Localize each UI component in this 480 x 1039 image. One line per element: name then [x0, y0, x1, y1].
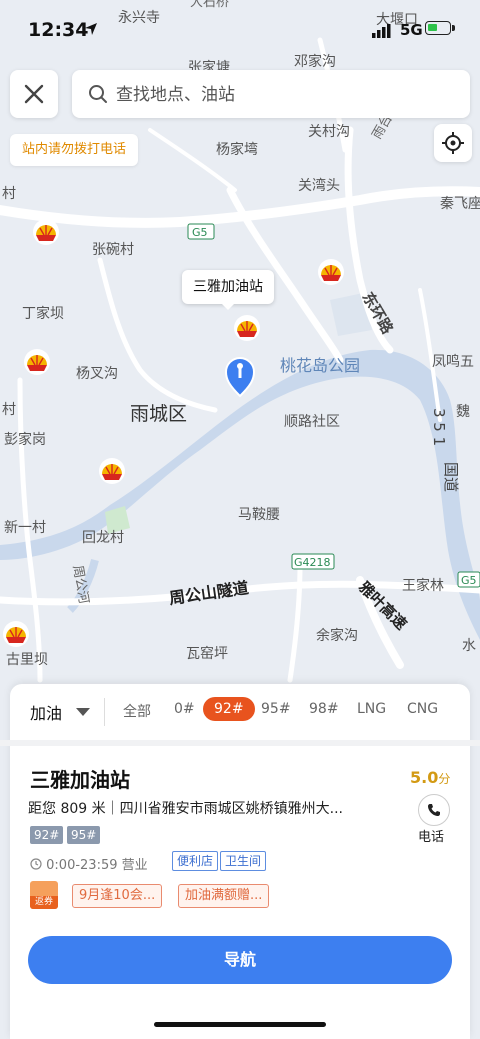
gas-station-marker-icon[interactable] — [318, 259, 344, 285]
service-tag: 卫生间 — [220, 851, 267, 871]
road-badge: G5 — [187, 223, 215, 240]
place-label: 水 — [462, 638, 476, 654]
place-label: 凤鸣五 — [432, 353, 474, 370]
place-label: 丁家坝 — [22, 305, 64, 322]
fuel-filter-bar: 加油 全部 0# 92# 95# 98# LNG CNG — [10, 684, 470, 740]
search-bar[interactable] — [72, 70, 470, 120]
place-label: 古里坝 — [6, 652, 48, 668]
close-icon — [24, 84, 44, 104]
coupon-icon: 返券 — [30, 881, 58, 909]
gas-station-marker-icon[interactable] — [234, 315, 260, 341]
notice-banner: 站内请勿拨打电话 — [10, 134, 139, 166]
locate-button[interactable] — [434, 124, 472, 162]
network-type: 5G — [400, 21, 423, 39]
place-label: 国道 — [442, 462, 460, 492]
place-label: 村 — [2, 186, 16, 202]
place-label: 彭家岗 — [4, 431, 46, 448]
station-distance-address: 距您 809 米｜四川省雅安市雨城区姚桥镇雅州大... — [28, 801, 343, 817]
status-bar: 12:34 5G — [0, 0, 480, 60]
fuel-grade-badge: 95# — [67, 826, 101, 844]
location-arrow-icon — [85, 23, 97, 35]
battery-icon — [425, 21, 451, 35]
section-separator — [0, 740, 480, 746]
battery-tip — [452, 25, 455, 31]
road-badge: G5 — [457, 571, 480, 588]
opening-hours: 0:00-23:59 营业 — [30, 854, 148, 873]
chevron-down-icon[interactable] — [76, 708, 90, 716]
gas-station-marker-icon[interactable] — [3, 621, 29, 647]
promo-tag[interactable]: 加油满额赠... — [178, 884, 270, 908]
cellular-signal-icon — [372, 24, 391, 38]
road-badge: G4218 — [291, 553, 335, 570]
filter-chip-98[interactable]: 98# — [309, 701, 339, 717]
filter-chip-92[interactable]: 92# — [203, 697, 255, 721]
promo-tag[interactable]: 9月逢10会... — [72, 884, 163, 908]
station-sheet: 加油 全部 0# 92# 95# 98# LNG CNG 三雅加油站 5.0分 … — [0, 684, 480, 1039]
fuel-type-select[interactable]: 加油 — [30, 700, 62, 724]
highway-label: 3 5 1 — [430, 408, 448, 446]
clock: 12:34 — [28, 19, 89, 41]
park-label: 桃花岛公园 — [280, 356, 360, 375]
place-label: 杨叉沟 — [76, 366, 118, 382]
place-label: 张碗村 — [92, 242, 134, 258]
svg-text:G4218: G4218 — [294, 556, 331, 569]
gas-station-marker-icon[interactable] — [24, 349, 50, 375]
clock-icon — [30, 858, 42, 870]
place-label: 关村沟 — [308, 124, 350, 140]
home-indicator — [154, 1022, 326, 1027]
call-label[interactable]: 电话 — [418, 826, 444, 845]
place-label: 余家沟 — [316, 627, 358, 644]
place-label: 关湾头 — [298, 177, 340, 194]
svg-text:G5: G5 — [192, 226, 208, 239]
place-label: 顺路社区 — [284, 414, 340, 430]
place-label: 秦飞座 — [440, 196, 480, 212]
place-label: 新一村 — [4, 520, 46, 536]
gas-station-marker-icon[interactable] — [33, 219, 59, 245]
close-button[interactable] — [10, 70, 58, 118]
district-label: 雨城区 — [130, 403, 187, 425]
station-name: 三雅加油站 — [30, 768, 130, 792]
gas-station-marker-icon[interactable] — [99, 458, 125, 484]
place-label: 马鞍腰 — [238, 507, 280, 523]
filter-chip-cng[interactable]: CNG — [407, 701, 438, 717]
filter-chip-all[interactable]: 全部 — [123, 701, 151, 721]
call-button[interactable] — [418, 794, 450, 826]
search-icon — [89, 85, 107, 103]
navigate-button[interactable]: 导航 — [28, 936, 452, 984]
filter-chip-95[interactable]: 95# — [261, 701, 291, 717]
filter-chip-0[interactable]: 0# — [174, 701, 195, 717]
phone-icon — [428, 804, 440, 816]
place-label: 回龙村 — [82, 530, 124, 546]
crosshair-icon — [442, 132, 464, 154]
station-score: 5.0分 — [410, 768, 451, 787]
svg-text:G5: G5 — [461, 574, 477, 587]
filter-chip-lng[interactable]: LNG — [357, 701, 386, 717]
place-label: 瓦窑坪 — [186, 645, 228, 662]
place-label: 杨家塆 — [216, 141, 258, 158]
place-label: 王家林 — [402, 577, 444, 594]
selected-station-callout[interactable]: 三雅加油站 — [182, 270, 274, 310]
place-label: 村 — [2, 402, 16, 418]
fuel-grade-badge: 92# — [30, 826, 64, 844]
service-tag: 便利店 — [172, 851, 219, 871]
divider — [104, 698, 105, 726]
search-input[interactable] — [114, 70, 448, 120]
place-label: 魏 — [456, 404, 470, 420]
